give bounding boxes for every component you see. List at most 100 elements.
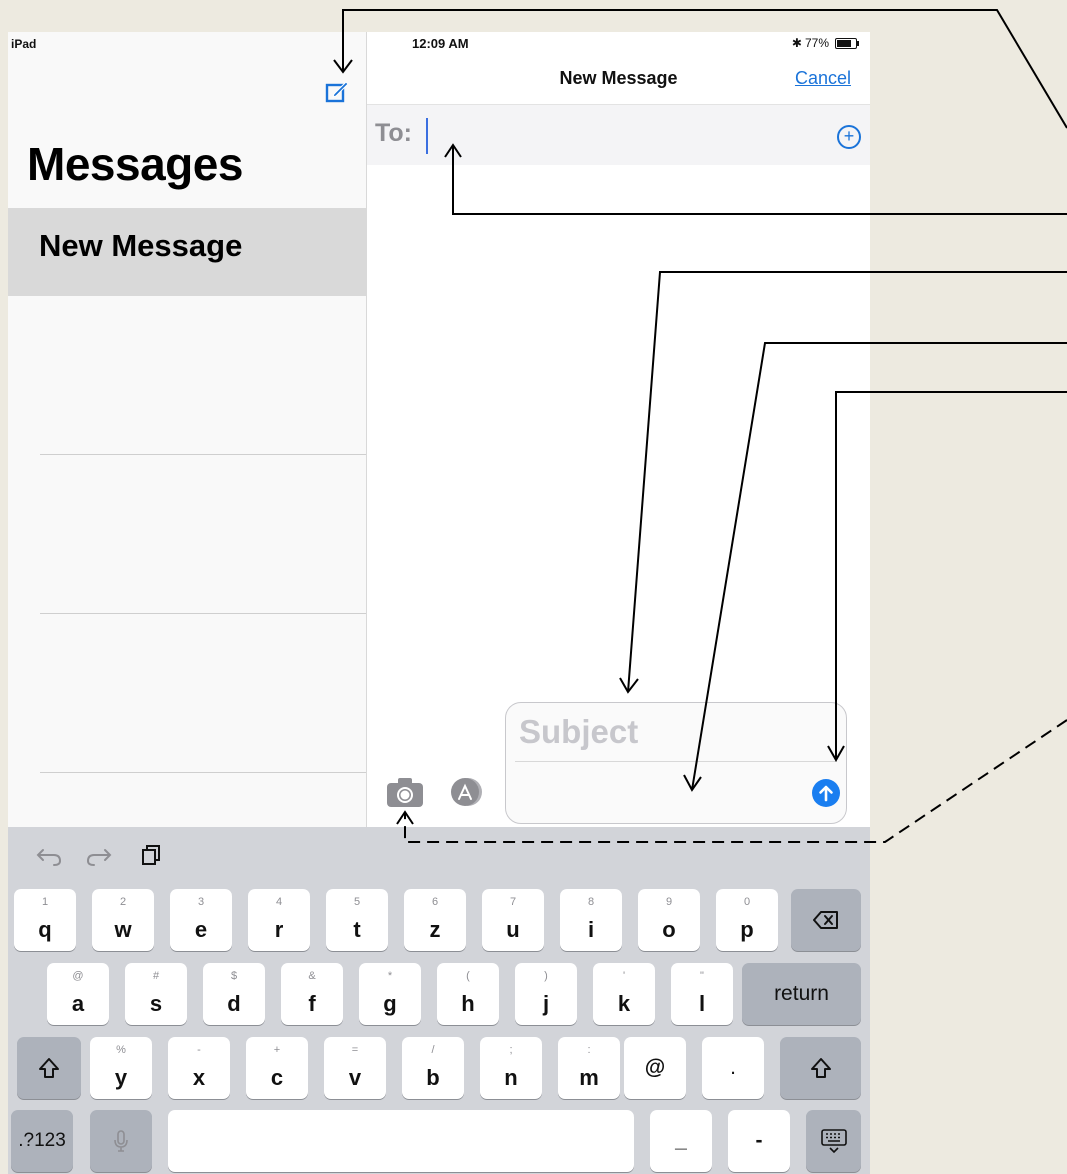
list-divider — [40, 613, 366, 614]
conversation-item-label: New Message — [39, 228, 243, 263]
numbers-key[interactable]: .?123 — [11, 1110, 73, 1172]
text-cursor — [426, 118, 428, 154]
list-divider — [40, 454, 366, 455]
letter-key[interactable]: ; n — [480, 1037, 542, 1099]
key-label: y — [114, 1065, 128, 1090]
key-label: e — [194, 917, 208, 942]
shift-key-right[interactable] — [780, 1037, 861, 1099]
letter-key[interactable]: 0p — [716, 889, 778, 951]
shift-key-left[interactable] — [17, 1037, 81, 1099]
clipboard-icon — [142, 845, 160, 865]
status-time: 12:09 AM — [412, 36, 469, 51]
camera-button[interactable] — [386, 776, 424, 808]
key-label: s — [149, 991, 163, 1016]
key-alt-label: ( — [466, 970, 470, 982]
space-bar[interactable] — [168, 1110, 634, 1172]
letter-key[interactable]: 7u — [482, 889, 544, 951]
bluetooth-icon: ✱ — [791, 36, 802, 50]
app-store-icon — [451, 778, 482, 806]
message-composer[interactable]: Subject — [505, 702, 847, 824]
key-alt-label: 2 — [119, 896, 127, 908]
keyboard: 1q2w3e4r5t6z7u8i9o0p @ a # s $ d & f * g(h) j ' k " l … — [8, 827, 870, 1174]
key-alt-label: # — [152, 970, 160, 982]
letter-key[interactable]: = v — [324, 1037, 386, 1099]
key-label: l — [698, 991, 706, 1016]
key-alt-label: + — [273, 1044, 281, 1056]
letter-key[interactable]: * g — [359, 963, 421, 1025]
key-alt-label: 4 — [275, 896, 283, 908]
send-button[interactable] — [812, 779, 840, 807]
shift-icon — [39, 1058, 59, 1078]
arrow-up-icon — [819, 785, 833, 802]
key-alt-label: 1 — [41, 896, 49, 908]
key-alt-label: & — [308, 970, 316, 982]
letter-key[interactable]: 5t — [326, 889, 388, 951]
period-key[interactable]: . — [702, 1037, 764, 1099]
key-alt-label: 7 — [509, 896, 517, 908]
letter-key[interactable]: + c — [246, 1037, 308, 1099]
app-store-button[interactable] — [446, 777, 486, 807]
ipad-screen: iPad Messages New Message 12:09 AM ✱ 77%… — [8, 32, 870, 1174]
return-key-label: return — [774, 982, 829, 1005]
key-alt-label: " — [700, 970, 704, 982]
to-field[interactable]: To: + — [367, 104, 870, 165]
letter-key[interactable]: 4r — [248, 889, 310, 951]
key-label: i — [587, 917, 595, 942]
key-label: j — [542, 991, 550, 1016]
key-alt-label: $ — [230, 970, 238, 982]
letter-key[interactable]: (h — [437, 963, 499, 1025]
letter-key[interactable]: & f — [281, 963, 343, 1025]
key-label: g — [383, 991, 397, 1016]
letter-key[interactable]: " l — [671, 963, 733, 1025]
key-label: c — [270, 1065, 284, 1090]
compose-button[interactable] — [324, 79, 350, 105]
letter-key[interactable]: :m — [558, 1037, 620, 1099]
conversation-item-selected[interactable]: New Message — [8, 208, 366, 296]
key-label: w — [114, 917, 132, 942]
letter-key[interactable]: 6z — [404, 889, 466, 951]
status-indicators: ✱ 77% — [791, 36, 859, 50]
key-alt-label: = — [351, 1044, 359, 1056]
subject-field[interactable]: Subject — [519, 713, 638, 751]
dash-key[interactable]: - — [728, 1110, 790, 1172]
backspace-key[interactable] — [791, 889, 861, 951]
letter-key[interactable]: ) j — [515, 963, 577, 1025]
key-alt-label: ) — [544, 970, 548, 982]
letter-key[interactable]: $ d — [203, 963, 265, 1025]
hide-keyboard-key[interactable] — [806, 1110, 861, 1172]
key-label: o — [662, 917, 676, 942]
cancel-button[interactable]: Cancel — [795, 68, 851, 89]
letter-key[interactable]: 8i — [560, 889, 622, 951]
composer-divider — [515, 761, 837, 762]
letter-key[interactable]: % y — [90, 1037, 152, 1099]
letter-key[interactable]: @ a — [47, 963, 109, 1025]
letter-key[interactable]: -x — [168, 1037, 230, 1099]
key-label: k — [617, 991, 631, 1016]
letter-key[interactable]: 1q — [14, 889, 76, 951]
battery-icon — [835, 37, 859, 49]
camera-icon — [387, 778, 423, 807]
undo-button[interactable] — [34, 840, 64, 870]
delete-icon — [813, 911, 838, 929]
at-key[interactable]: @ — [624, 1037, 686, 1099]
key-alt-label: : — [587, 1044, 591, 1056]
microphone-icon — [114, 1130, 128, 1152]
letter-key[interactable]: / b — [402, 1037, 464, 1099]
annotation-line-send — [835, 391, 1067, 760]
underscore-key[interactable]: _ — [650, 1110, 712, 1172]
dictation-key[interactable] — [90, 1110, 152, 1172]
return-key[interactable]: return — [742, 963, 861, 1025]
letter-key[interactable]: ' k — [593, 963, 655, 1025]
redo-button[interactable] — [84, 840, 114, 870]
key-label: v — [348, 1065, 362, 1090]
key-alt-label: - — [197, 1044, 201, 1056]
letter-key[interactable]: 9o — [638, 889, 700, 951]
key-label: p — [740, 917, 754, 942]
letter-key[interactable]: # s — [125, 963, 187, 1025]
shift-icon — [810, 1058, 831, 1078]
letter-key[interactable]: 2w — [92, 889, 154, 951]
letter-key[interactable]: 3e — [170, 889, 232, 951]
add-contact-button[interactable]: + — [837, 125, 861, 149]
paste-button[interactable] — [136, 840, 166, 870]
key-alt-label: 8 — [587, 896, 595, 908]
